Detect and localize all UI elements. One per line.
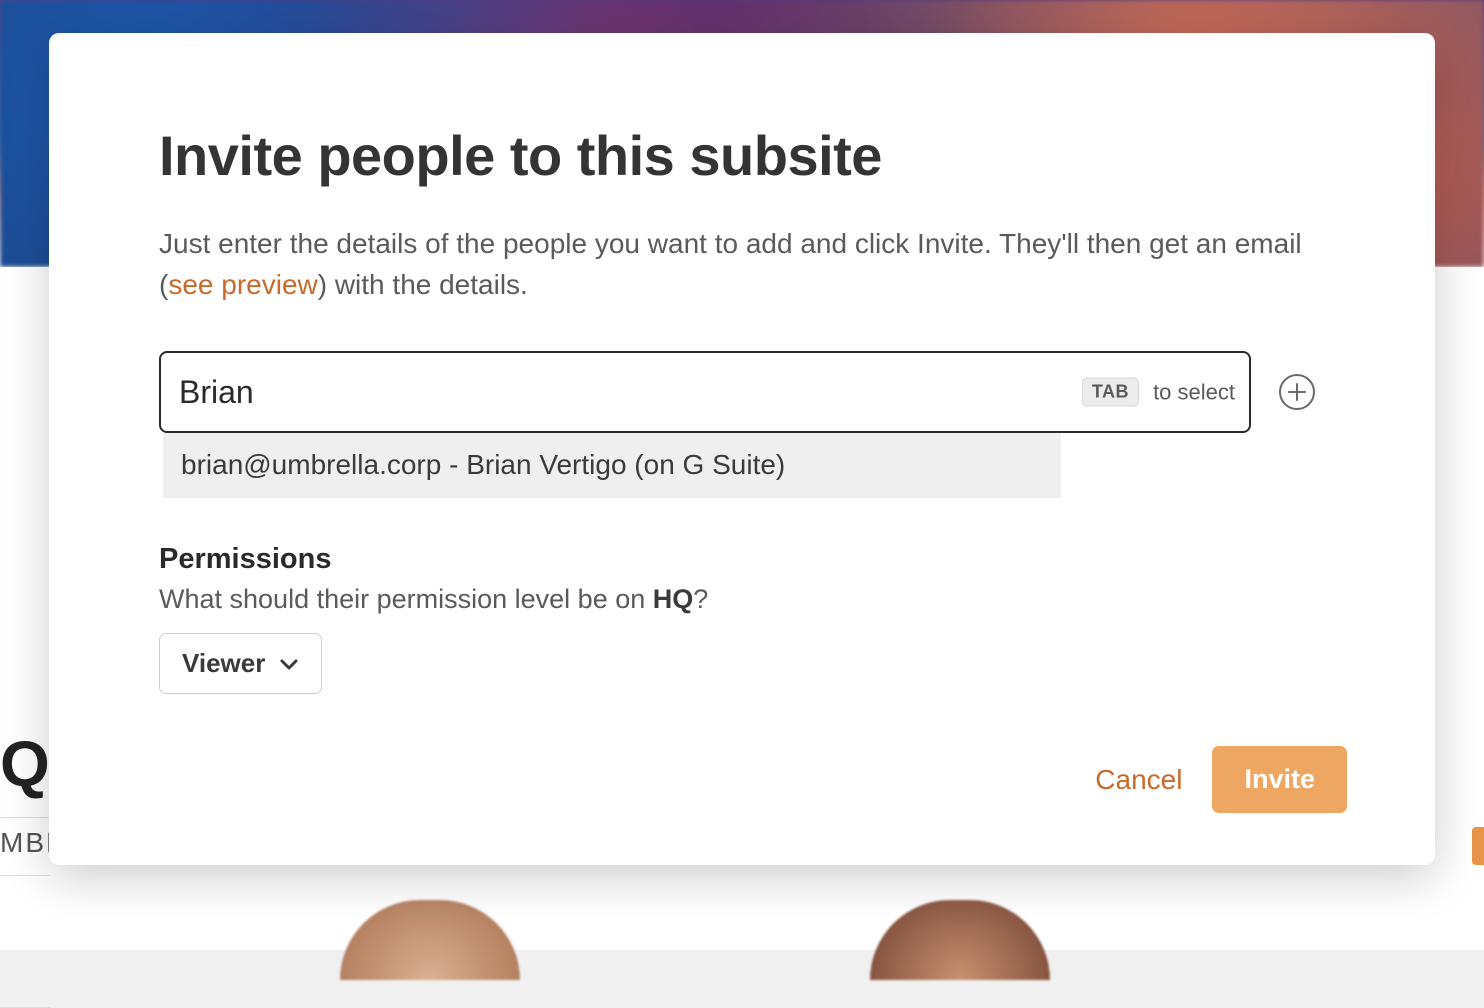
modal-description: Just enter the details of the people you… — [159, 224, 1315, 305]
permissions-section: Permissions What should their permission… — [159, 543, 1315, 694]
invite-input-wrapper: TAB to select brian@umbrella.corp - Bria… — [159, 351, 1251, 433]
divider-line — [0, 875, 50, 876]
permissions-question: What should their permission level be on… — [159, 584, 1315, 615]
avatar-blur — [870, 900, 1050, 980]
add-more-button[interactable] — [1279, 374, 1315, 410]
permissions-heading: Permissions — [159, 543, 1315, 576]
autocomplete-suggestion[interactable]: brian@umbrella.corp - Brian Vertigo (on … — [163, 433, 1061, 497]
invite-button[interactable]: Invite — [1212, 746, 1347, 813]
modal-title: Invite people to this subsite — [159, 123, 1315, 188]
permission-role-label: Viewer — [182, 648, 265, 679]
invite-input-row: TAB to select brian@umbrella.corp - Bria… — [159, 351, 1315, 433]
divider-line — [0, 817, 50, 818]
desc-text-2: ) with the details. — [318, 269, 528, 300]
modal-footer: Cancel Invite — [1095, 746, 1347, 813]
permission-role-select[interactable]: Viewer — [159, 633, 322, 694]
input-hint: TAB to select — [1082, 378, 1235, 407]
permissions-question-suffix: ? — [693, 584, 708, 614]
avatar-blur — [340, 900, 520, 980]
tab-key-badge: TAB — [1082, 378, 1139, 407]
cancel-button[interactable]: Cancel — [1095, 764, 1182, 796]
permissions-site-name: HQ — [653, 584, 694, 614]
see-preview-link[interactable]: see preview — [168, 269, 317, 300]
invite-modal: Invite people to this subsite Just enter… — [49, 33, 1435, 865]
plus-icon — [1288, 383, 1306, 401]
hint-text: to select — [1153, 379, 1235, 405]
chevron-down-icon — [279, 657, 299, 671]
permissions-question-prefix: What should their permission level be on — [159, 584, 653, 614]
autocomplete-dropdown: brian@umbrella.corp - Brian Vertigo (on … — [163, 433, 1061, 498]
side-badge — [1472, 827, 1484, 865]
page-title-initial: Q — [0, 727, 51, 801]
